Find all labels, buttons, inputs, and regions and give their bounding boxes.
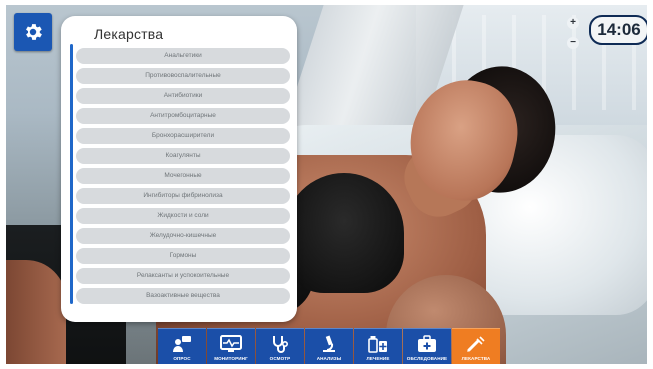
panel-title: Лекарства [94,26,164,42]
medication-category-item[interactable]: Ингибиторы фибринолиза [76,188,290,204]
tool-investigation[interactable]: обследование [403,328,451,364]
patient-clothing-left [284,173,404,293]
tool-label: осмотр [269,356,291,361]
game-viewport: + − 14:06 Лекарства Анальгетики Противов… [6,5,647,364]
medication-category-item[interactable]: Антибиотики [76,88,290,104]
zoom-out-button[interactable]: − [567,37,579,49]
medicine-icon [368,336,387,353]
medication-category-item[interactable]: Мочегонные [76,168,290,184]
game-clock: 14:06 [589,15,647,45]
medication-category-item[interactable]: Противовоспалительные [76,68,290,84]
medication-category-item[interactable]: Релаксанты и успокоительные [76,268,290,284]
medication-category-item[interactable]: Жидкости и соли [76,208,290,224]
medication-category-item[interactable]: Желудочно-кишечные [76,228,290,244]
patient-arm [6,260,66,364]
tool-monitoring[interactable]: мониторинг [207,328,255,364]
medication-category-item[interactable]: Бронхорасширители [76,128,290,144]
medication-category-item[interactable]: Антитромбоцитарные [76,108,290,124]
medication-category-list: Анальгетики Противовоспалительные Антиби… [76,48,290,304]
tool-label: анализы [316,356,342,361]
tool-medications[interactable]: лекарства [452,328,500,364]
medication-category-item[interactable]: Гормоны [76,248,290,264]
tool-label: лекарства [461,356,491,361]
tool-label: опрос [173,356,191,361]
interview-icon [173,336,191,352]
medications-panel: Лекарства Анальгетики Противовоспалитель… [61,16,297,322]
settings-button[interactable] [14,13,52,51]
tool-analyses[interactable]: анализы [305,328,353,364]
tool-interview[interactable]: опрос [158,328,206,364]
monitor-icon [220,335,242,352]
panel-scrollbar[interactable] [70,44,73,304]
gear-icon [26,24,42,40]
tool-label: лечение [366,356,390,361]
medication-category-item[interactable]: Анальгетики [76,48,290,64]
microscope-icon [323,335,335,352]
tool-treatment[interactable]: лечение [354,328,402,364]
medkit-icon [418,335,436,352]
syringe-icon [467,336,485,352]
zoom-in-button[interactable]: + [567,17,579,29]
action-toolbar: опрос мониторинг осмотр [158,328,500,364]
medication-category-item[interactable]: Вазоактивные вещества [76,288,290,304]
tool-label: мониторинг [214,356,248,361]
zoom-controls: + − [566,17,580,49]
tool-examination[interactable]: осмотр [256,328,304,364]
stethoscope-icon [273,336,289,353]
tool-label: обследование [406,356,448,361]
medication-category-item[interactable]: Коагулянты [76,148,290,164]
